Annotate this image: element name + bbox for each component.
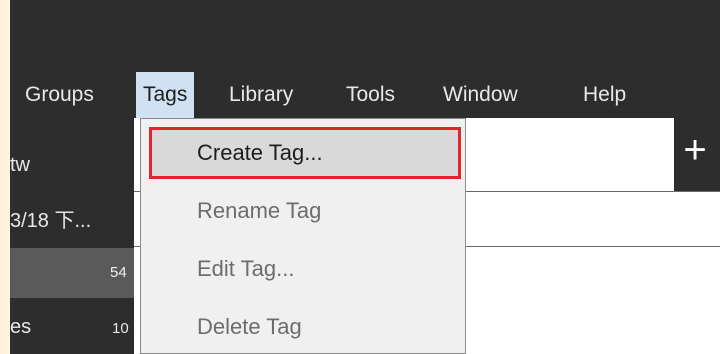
delete-tag-menu-item[interactable]: Delete Tag <box>197 305 302 349</box>
menu-bar: Groups Tags Library Tools Window Help <box>10 72 720 118</box>
tags-dropdown-menu: Create Tag... Rename Tag Edit Tag... Del… <box>140 118 466 354</box>
app-window: Groups Tags Library Tools Window Help tw… <box>10 0 720 354</box>
sidebar-item-label[interactable]: es <box>10 316 31 339</box>
library-sidebar: tw 3/18 下... 54 es 10 <box>10 118 134 354</box>
menu-groups[interactable]: Groups <box>18 72 101 118</box>
sidebar-item-name[interactable]: tw <box>10 154 30 177</box>
sidebar-item-count: 10 <box>112 320 129 337</box>
menu-help[interactable]: Help <box>576 72 633 118</box>
menu-tools[interactable]: Tools <box>339 72 402 118</box>
menu-window[interactable]: Window <box>436 72 525 118</box>
sidebar-item-date: 3/18 下... <box>10 210 92 232</box>
menu-library[interactable]: Library <box>222 72 300 118</box>
add-tab-icon[interactable]: + <box>675 130 715 170</box>
sidebar-item-count: 54 <box>110 264 127 281</box>
edit-tag-menu-item[interactable]: Edit Tag... <box>197 247 294 291</box>
create-tag-menu-item[interactable]: Create Tag... <box>197 131 323 175</box>
title-bar <box>10 0 720 72</box>
rename-tag-menu-item[interactable]: Rename Tag <box>197 189 321 233</box>
menu-tags[interactable]: Tags <box>136 72 195 118</box>
